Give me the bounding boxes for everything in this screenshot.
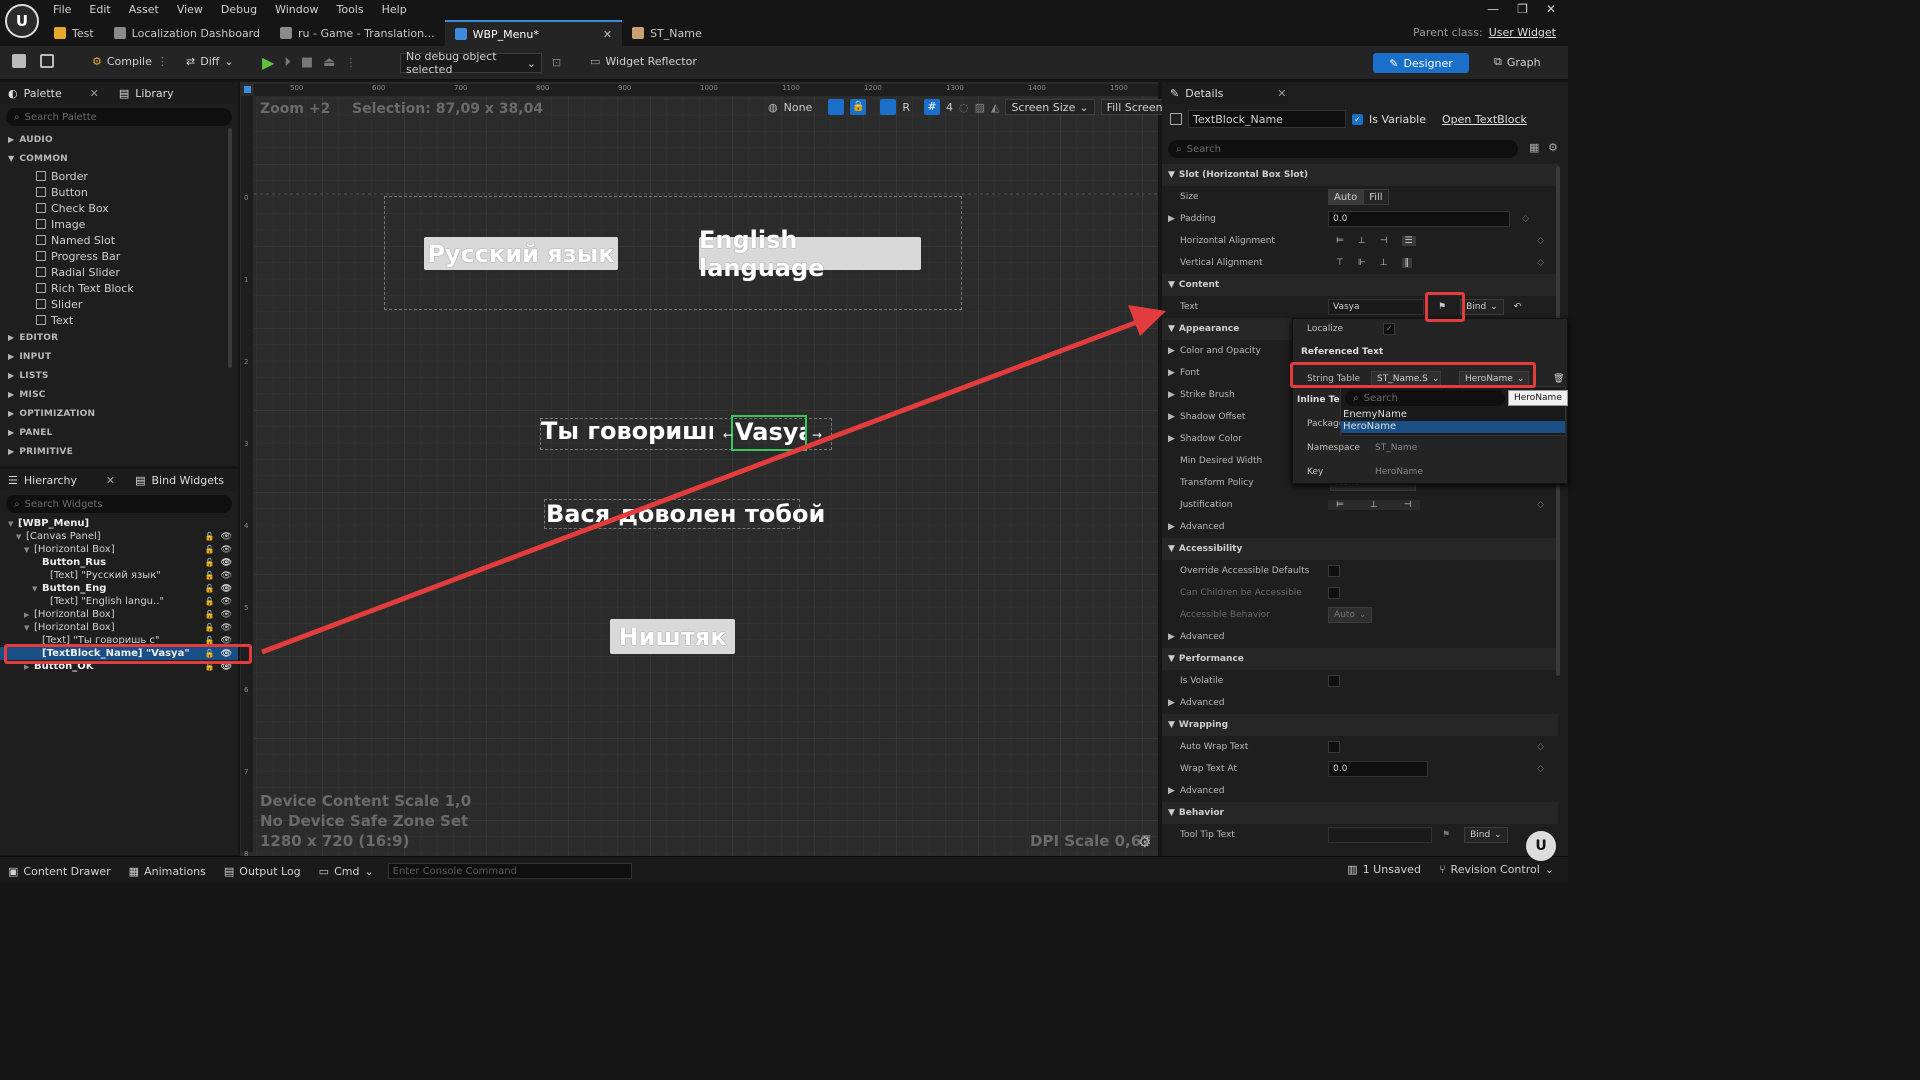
annotation-box-flag — [1425, 292, 1465, 322]
revision-control-button[interactable]: ⑂ Revision Control ⌄ — [1439, 863, 1554, 876]
revision-icon: ⑂ — [1438, 863, 1446, 876]
animations-label: Animations — [144, 864, 206, 878]
content-drawer-label: Content Drawer — [23, 864, 111, 878]
output-log-label: Output Log — [239, 864, 301, 878]
output-log-icon: ▤ — [223, 864, 235, 878]
cmd-dropdown[interactable]: ▭ Cmd ⌄ — [319, 865, 374, 878]
content-drawer-button[interactable]: ▣ Content Drawer — [8, 865, 111, 878]
annotation-arrow — [261, 305, 1166, 655]
output-log-button[interactable]: ▤ Output Log — [224, 865, 301, 878]
annotation-box-hierarchy — [4, 644, 252, 664]
animations-icon: ▦ — [128, 864, 140, 878]
cmd-icon: ▭ — [318, 864, 330, 878]
unsaved-label: 1 Unsaved — [1362, 863, 1421, 876]
drawer-icon: ▣ — [8, 864, 19, 878]
cmd-label: Cmd — [334, 864, 360, 878]
annotation-box-string-table — [1290, 362, 1536, 388]
console-placeholder: Enter Console Command — [392, 865, 517, 877]
console-input[interactable]: Enter Console Command — [387, 863, 632, 879]
unreal-badge-icon: U — [1526, 831, 1556, 861]
unsaved-icon: ▥ — [1347, 863, 1358, 876]
unsaved-button[interactable]: ▥ 1 Unsaved — [1347, 863, 1421, 876]
revision-label: Revision Control — [1450, 863, 1540, 876]
status-bar: ▣ Content Drawer ▦ Animations ▤ Output Log … — [0, 856, 1568, 882]
animations-button[interactable]: ▦ Animations — [129, 865, 206, 878]
